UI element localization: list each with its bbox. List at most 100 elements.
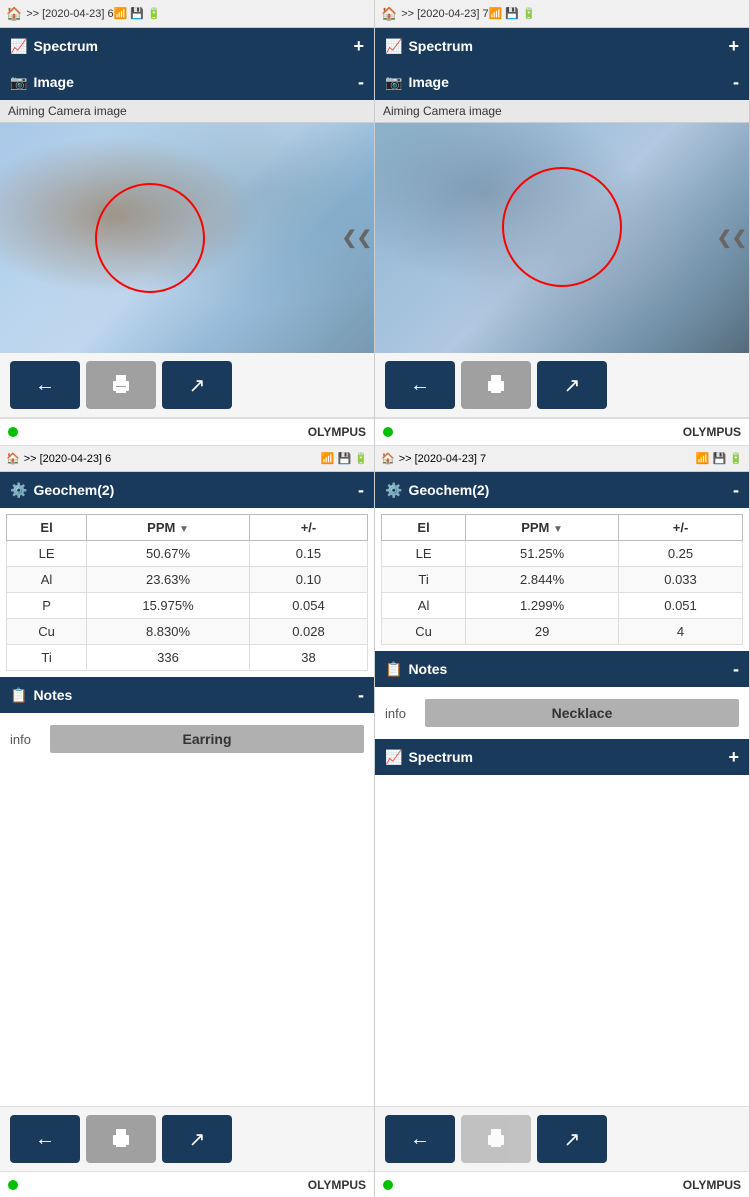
table-row: P 15.975% 0.054 <box>7 593 368 619</box>
right-notes-collapse[interactable]: - <box>733 659 739 680</box>
left-panel: 🏠 >> [2020-04-23] 6 📶 💾 🔋 📈 Spectrum + 📷… <box>0 0 375 1197</box>
left-final-status: OLYMPUS <box>0 1171 374 1197</box>
right-geochem-label: Geochem(2) <box>408 482 489 498</box>
right-red-circle <box>502 167 622 287</box>
left-bottom-back-button[interactable]: ← <box>10 1115 80 1163</box>
left-aiming-label: Aiming Camera image <box>0 100 374 123</box>
right-bottom-spectrum-icon: 📈 <box>385 749 402 766</box>
left-notes-header: 📋 Notes - <box>0 677 374 713</box>
right-notes-row: info Necklace <box>385 699 739 727</box>
battery-icon: 🔋 <box>147 7 161 20</box>
right-col-ppm[interactable]: PPM ▼ <box>466 515 619 541</box>
right-home-icon: 🏠 <box>381 6 397 22</box>
right-bottom-spectrum-label: Spectrum <box>408 749 473 765</box>
battery-icon-2: 🔋 <box>354 452 368 465</box>
table-row: Cu 29 4 <box>382 619 743 645</box>
image-label-text: Image <box>33 74 73 90</box>
right-image-label: Image <box>408 74 448 90</box>
left-camera-image: ❮❮ <box>0 123 374 353</box>
table-row: Cu 8.830% 0.028 <box>7 619 368 645</box>
right-image-collapse[interactable]: - <box>733 72 739 93</box>
wifi-icon: 📶 <box>114 7 128 20</box>
right-aiming-label: Aiming Camera image <box>375 100 749 123</box>
right-notes-label: Notes <box>408 661 447 677</box>
right-battery-icon: 🔋 <box>522 7 536 20</box>
right-expand-button[interactable]: ↗ <box>537 361 607 409</box>
table-row: Ti 2.844% 0.033 <box>382 567 743 593</box>
left-bottom-action-buttons: ← ↗ <box>0 1106 374 1171</box>
left-notes-section: info Earring <box>0 713 374 761</box>
left-red-circle <box>95 183 205 293</box>
wifi-icon-2: 📶 <box>321 452 335 465</box>
notes-collapse-btn[interactable]: - <box>358 685 364 706</box>
right-notes-icon: 📋 <box>385 661 402 678</box>
olympus-logo: OLYMPUS <box>308 425 366 439</box>
right-bottom-print-button[interactable] <box>461 1115 531 1163</box>
spectrum-label: Spectrum <box>33 38 98 54</box>
right-camera-image: ❮❮ <box>375 123 749 353</box>
notes-icon: 📋 <box>10 687 27 704</box>
notes-label: Notes <box>33 687 72 703</box>
print-icon <box>109 373 133 397</box>
home-icon: 🏠 <box>6 6 22 22</box>
right-back-button[interactable]: ← <box>385 361 455 409</box>
home-icon-2: 🏠 <box>6 452 20 465</box>
right-sd-icon: 💾 <box>505 7 519 20</box>
right-wifi-icon-2: 📶 <box>696 452 710 465</box>
right-status-bar: 🏠 >> [2020-04-23] 7 📶 💾 🔋 <box>375 0 749 28</box>
right-home-icon-2: 🏠 <box>381 452 395 465</box>
col-plusminus: +/- <box>249 515 367 541</box>
right-olympus-top: OLYMPUS <box>683 425 741 439</box>
left-print-button[interactable] <box>86 361 156 409</box>
right-green-dot <box>383 427 393 437</box>
right-battery-icon-2: 🔋 <box>729 452 743 465</box>
left-bottom-expand-button[interactable]: ↗ <box>162 1115 232 1163</box>
sd-icon: 💾 <box>130 7 144 20</box>
right-print-icon-2 <box>484 1127 508 1151</box>
geochem-icon: ⚙️ <box>10 482 27 499</box>
left-spectrum-header: 📈 Spectrum + <box>0 28 374 64</box>
right-data-table: El PPM ▼ +/- LE 51.25% 0.25 Ti 2.844% 0.… <box>381 514 743 645</box>
geochem-collapse-btn[interactable]: - <box>358 480 364 501</box>
right-bottom-spectrum-collapse[interactable]: + <box>728 747 739 768</box>
right-inner-status: 🏠 >> [2020-04-23] 7 📶 💾 🔋 <box>375 446 749 472</box>
right-chevron-icon: ❮❮ <box>717 228 747 249</box>
right-notes-info-label: info <box>385 706 415 721</box>
right-olympus-bottom: OLYMPUS <box>683 1178 741 1192</box>
image-collapse-btn[interactable]: - <box>358 72 364 93</box>
right-final-green-dot <box>383 1180 393 1190</box>
right-notes-value-button[interactable]: Necklace <box>425 699 739 727</box>
camera-icon: 📷 <box>10 74 27 91</box>
col-ppm[interactable]: PPM ▼ <box>87 515 250 541</box>
right-final-status: OLYMPUS <box>375 1171 749 1197</box>
right-spectrum-collapse[interactable]: + <box>728 36 739 57</box>
right-bottom-back-button[interactable]: ← <box>385 1115 455 1163</box>
right-print-button[interactable] <box>461 361 531 409</box>
right-camera-icon: 📷 <box>385 74 402 91</box>
right-col-el: El <box>382 515 466 541</box>
spectrum-collapse-btn[interactable]: + <box>353 36 364 57</box>
left-geochem-header: ⚙️ Geochem(2) - <box>0 472 374 508</box>
col-el: El <box>7 515 87 541</box>
left-table-wrapper: El PPM ▼ +/- LE 50.67% 0.15 Al 23.63% 0.… <box>0 508 374 677</box>
left-notes-row: info Earring <box>10 725 364 753</box>
right-bottom-expand-button[interactable]: ↗ <box>537 1115 607 1163</box>
right-image-header: 📷 Image - <box>375 64 749 100</box>
left-back-button[interactable]: ← <box>10 361 80 409</box>
table-row: Al 23.63% 0.10 <box>7 567 368 593</box>
right-notes-section: info Necklace <box>375 687 749 735</box>
right-geochem-collapse[interactable]: - <box>733 480 739 501</box>
left-breadcrumb: >> [2020-04-23] 6 <box>26 8 113 20</box>
table-row: LE 51.25% 0.25 <box>382 541 743 567</box>
left-expand-button[interactable]: ↗ <box>162 361 232 409</box>
right-panel: 🏠 >> [2020-04-23] 7 📶 💾 🔋 📈 Spectrum + 📷… <box>375 0 750 1197</box>
left-inner-status: 🏠 >> [2020-04-23] 6 📶 💾 🔋 <box>0 446 374 472</box>
left-bottom-print-button[interactable] <box>86 1115 156 1163</box>
right-spectrum-header: 📈 Spectrum + <box>375 28 749 64</box>
table-row: Al 1.299% 0.051 <box>382 593 743 619</box>
right-print-icon <box>484 373 508 397</box>
right-geochem-header: ⚙️ Geochem(2) - <box>375 472 749 508</box>
right-bottom-status: OLYMPUS <box>375 418 749 446</box>
left-notes-value-button[interactable]: Earring <box>50 725 364 753</box>
left-data-table: El PPM ▼ +/- LE 50.67% 0.15 Al 23.63% 0.… <box>6 514 368 671</box>
